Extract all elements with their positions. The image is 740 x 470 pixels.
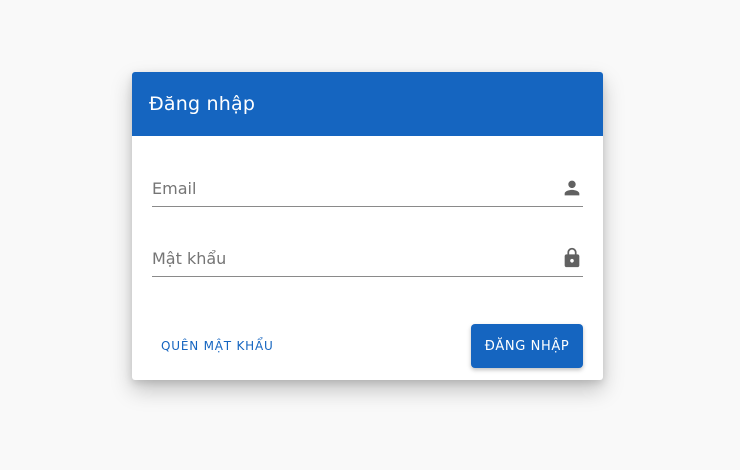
- lock-icon: [564, 247, 580, 268]
- email-field[interactable]: [152, 170, 583, 207]
- login-button[interactable]: Đăng nhập: [471, 324, 583, 368]
- password-input[interactable]: [152, 246, 547, 270]
- person-icon: [564, 180, 580, 196]
- login-title: Đăng nhập: [149, 93, 256, 115]
- login-card: Đăng nhập Quên mật khẩu Đăng nhập: [132, 72, 603, 380]
- forgot-password-button[interactable]: Quên mật khẩu: [152, 329, 283, 363]
- email-input[interactable]: [152, 176, 547, 200]
- password-field[interactable]: [152, 240, 583, 277]
- login-card-header: Đăng nhập: [132, 72, 603, 136]
